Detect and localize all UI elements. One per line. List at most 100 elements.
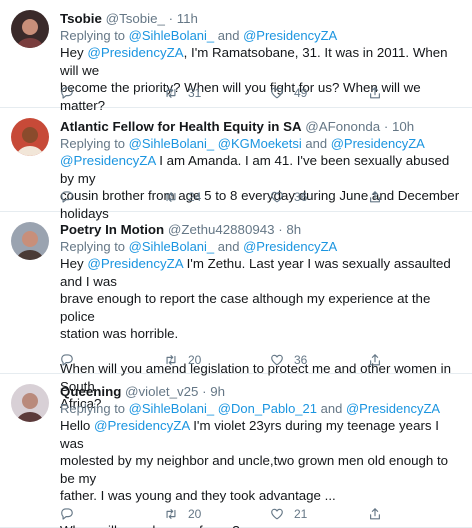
share-button[interactable]	[368, 351, 392, 369]
tweet-text: Hey @PresidencyZA, I'm Ramatsobane, 31. …	[60, 44, 466, 114]
retweet-count: 20	[188, 507, 202, 521]
reply-button[interactable]	[60, 188, 84, 206]
avatar[interactable]	[11, 222, 49, 260]
retweet-button[interactable]: 20	[164, 351, 201, 369]
tweet-header: Tsobie @Tsobie_ · 11h	[60, 10, 466, 28]
mention-link[interactable]: @SihleBolani_	[129, 28, 214, 43]
text-line: station was horrible.	[60, 325, 466, 343]
tweet[interactable]: Atlantic Fellow for Health Equity in SA …	[0, 108, 472, 221]
text-line: @PresidencyZA I am Amanda. I am 41. I've…	[60, 152, 466, 187]
display-name[interactable]: Tsobie	[60, 11, 102, 26]
replying-to-label: Replying to	[60, 28, 126, 43]
like-button[interactable]: 21	[270, 505, 307, 523]
text-segment: Hey	[60, 45, 88, 60]
share-icon	[368, 507, 392, 521]
separator-dot: ·	[274, 222, 287, 237]
heart-icon	[270, 353, 294, 367]
text-line: Hello @PresidencyZA I'm violet 23yrs dur…	[60, 417, 466, 452]
display-name[interactable]: Atlantic Fellow for Health Equity in SA	[60, 119, 302, 134]
heart-icon	[270, 507, 294, 521]
text-line: molested by my neighbor and uncle,two gr…	[60, 452, 466, 487]
timeline: Tsobie @Tsobie_ · 11h Replying to @SihleB…	[0, 0, 472, 528]
share-icon	[368, 190, 392, 204]
mention-link[interactable]: @PresidencyZA	[346, 401, 440, 416]
like-button[interactable]: 36	[270, 188, 307, 206]
user-handle[interactable]: @AFononda	[305, 119, 380, 134]
mention-link[interactable]: @KGMoeketsi	[218, 136, 302, 151]
replying-to: Replying to @SihleBolani_ @Don_Pablo_21 …	[60, 401, 466, 417]
timestamp[interactable]: 8h	[286, 222, 301, 237]
separator-dot: ·	[380, 119, 392, 134]
replying-to-label: Replying to	[60, 401, 126, 416]
like-count: 36	[294, 353, 308, 367]
mention-link[interactable]: @SihleBolani_	[129, 239, 214, 254]
text-segment: father. I was young and they took advant…	[60, 488, 336, 504]
text-line: Hey @PresidencyZA I'm Zethu. Last year I…	[60, 255, 466, 290]
tweet-actions: 24 36	[60, 188, 380, 206]
retweet-button[interactable]: 31	[164, 84, 201, 102]
retweet-icon	[164, 353, 188, 367]
tweet-header: Atlantic Fellow for Health Equity in SA …	[60, 118, 466, 136]
reply-icon	[60, 353, 84, 367]
mention-link[interactable]: @PresidencyZA	[331, 136, 425, 151]
reply-button[interactable]	[60, 84, 84, 102]
tweet[interactable]: Tsobie @Tsobie_ · 11h Replying to @SihleB…	[0, 0, 472, 113]
mention-link[interactable]: @SihleBolani_	[129, 136, 214, 151]
text-segment: brave enough to report the case although…	[60, 291, 431, 324]
tweet-content: Atlantic Fellow for Health Equity in SA …	[60, 118, 466, 222]
mention-link[interactable]: @Don_Pablo_21	[218, 401, 317, 416]
user-handle[interactable]: @violet_v25	[125, 384, 198, 399]
text-line: Hey @PresidencyZA, I'm Ramatsobane, 31. …	[60, 44, 466, 79]
tweet-actions: 20 21	[60, 505, 380, 523]
like-button[interactable]: 36	[270, 351, 307, 369]
replying-to: Replying to @SihleBolani_ @KGMoeketsi an…	[60, 136, 466, 152]
replying-to: Replying to @SihleBolani_ and @Presidenc…	[60, 28, 466, 44]
like-count: 36	[294, 190, 308, 204]
mention-link[interactable]: @SihleBolani_	[129, 401, 214, 416]
text-segment: Hey	[60, 256, 88, 271]
reply-conjunction: and	[320, 401, 343, 416]
mention-link[interactable]: @PresidencyZA	[243, 239, 337, 254]
like-count: 49	[294, 86, 308, 100]
tweet[interactable]: Poetry In Motion @Zethu42880943 · 8h Repl…	[0, 212, 472, 411]
user-handle[interactable]: @Zethu42880943	[168, 222, 275, 237]
heart-icon	[270, 86, 294, 100]
reply-button[interactable]	[60, 505, 84, 523]
like-button[interactable]: 49	[270, 84, 307, 102]
display-name[interactable]: Queening	[60, 384, 121, 399]
mention-link[interactable]: @PresidencyZA	[243, 28, 337, 43]
mention-link[interactable]: @PresidencyZA	[87, 45, 183, 60]
tweet[interactable]: Queening @violet_v25 · 9h Replying to @Si…	[0, 374, 472, 528]
share-button[interactable]	[368, 188, 392, 206]
retweet-button[interactable]: 20	[164, 505, 201, 523]
share-button[interactable]	[368, 84, 392, 102]
avatar[interactable]	[11, 384, 49, 422]
mention-link[interactable]: @PresidencyZA	[87, 256, 183, 271]
share-icon	[368, 353, 392, 367]
reply-icon	[60, 86, 84, 100]
retweet-button[interactable]: 24	[164, 188, 201, 206]
reply-conjunction: and	[217, 239, 240, 254]
reply-button[interactable]	[60, 351, 84, 369]
separator-dot: ·	[164, 11, 177, 26]
display-name[interactable]: Poetry In Motion	[60, 222, 164, 237]
share-button[interactable]	[368, 505, 392, 523]
retweet-icon	[164, 190, 188, 204]
avatar[interactable]	[11, 118, 49, 156]
reply-icon	[60, 507, 84, 521]
text-segment: When will you show up for us?	[60, 523, 240, 528]
replying-to-label: Replying to	[60, 136, 126, 151]
timestamp[interactable]: 9h	[210, 384, 225, 399]
text-line: father. I was young and they took advant…	[60, 487, 466, 505]
tweet-actions: 31 49	[60, 84, 380, 102]
timestamp[interactable]: 10h	[392, 119, 414, 134]
text-segment: Hello	[60, 418, 94, 433]
user-handle[interactable]: @Tsobie_	[106, 11, 165, 26]
mention-link[interactable]: @PresidencyZA	[94, 418, 190, 433]
separator-dot: ·	[198, 384, 211, 399]
mention-link[interactable]: @PresidencyZA	[60, 153, 156, 168]
replying-to: Replying to @SihleBolani_ and @Presidenc…	[60, 239, 466, 255]
avatar[interactable]	[11, 10, 49, 48]
timestamp[interactable]: 11h	[177, 11, 198, 26]
tweet-actions: 20 36	[60, 351, 380, 369]
